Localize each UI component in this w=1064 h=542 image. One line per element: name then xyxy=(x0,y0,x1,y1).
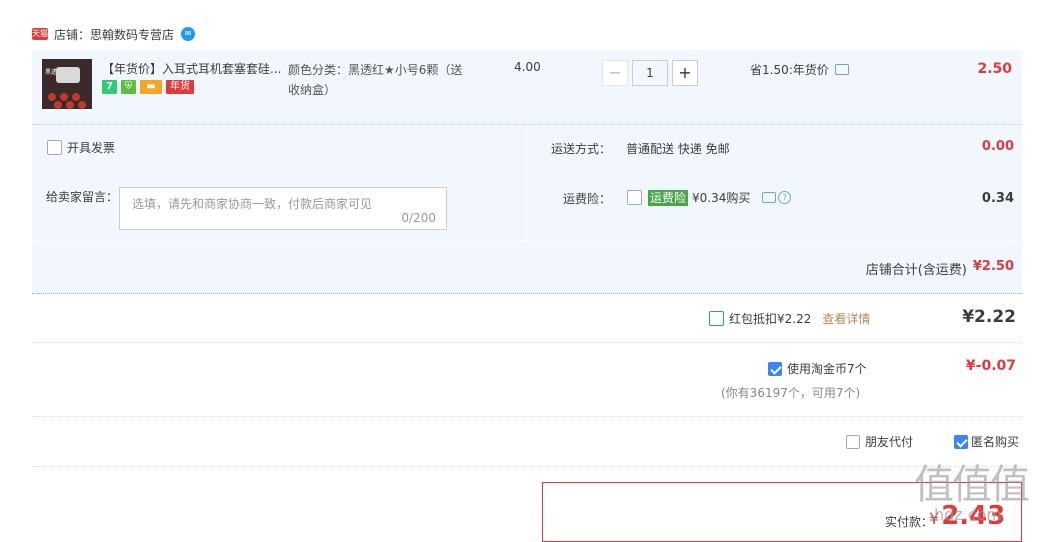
divider xyxy=(32,466,1022,468)
friend-pay-checkbox[interactable] xyxy=(846,434,860,449)
sku-text: 颜色分类：黑透红★小号6颗（送收纳盒） xyxy=(288,63,463,97)
insurance-tag: 运费险 xyxy=(648,189,689,206)
shop-header: 天猫 店铺：思翰数码专营店 ✉ xyxy=(32,26,196,43)
payment-label: 实付款： xyxy=(885,515,934,529)
chat-icon[interactable] xyxy=(834,64,849,75)
unit-price: 4.00 xyxy=(514,60,541,74)
insurance-price: ¥0.34购买 xyxy=(692,191,751,205)
shop-total: 店铺合计(含运费) ¥2.50 xyxy=(866,259,1014,278)
order-options-panel: 开具发票 运送方式： 普通配送 快递 免邮 0.00 给卖家留言： 选填，请先和… xyxy=(32,125,1022,294)
thumb-eartip xyxy=(48,93,56,101)
discount-text: 省1.50:年货价 xyxy=(750,63,829,77)
increase-button[interactable]: + xyxy=(672,60,698,86)
anonymous-checkbox[interactable] xyxy=(954,434,968,449)
item-subtotal: 2.50 xyxy=(977,61,1012,77)
watermark-sub: hdz.com xyxy=(934,505,1002,524)
shipping-price: 0.00 xyxy=(981,139,1014,154)
wangwang-icon[interactable]: ✉ xyxy=(181,27,196,41)
insurance-option: 运费险 ¥0.34购买 ? xyxy=(627,189,792,206)
seven-day-return-icon[interactable]: 7 xyxy=(102,80,117,94)
redpacket-details-link[interactable]: 查看详情 xyxy=(822,310,870,327)
nianhuo-badge[interactable]: 年货 xyxy=(166,80,194,94)
shop-total-label: 店铺合计(含运费) xyxy=(865,263,967,278)
thumb-eartip xyxy=(72,93,80,101)
anonymous-label: 匿名购买 xyxy=(971,435,1020,449)
insurance-amount: 0.34 xyxy=(981,191,1014,206)
message-placeholder: 选填，请先和商家协商一致，付款后商家可见 xyxy=(132,197,373,211)
divider xyxy=(32,241,1022,242)
shop-name[interactable]: 店铺：思翰数码专营店 xyxy=(54,26,174,43)
insurance-label: 运费险： xyxy=(563,192,612,206)
order-item-panel: 黑透红 【年货价】入耳式耳机套塞套硅... 7 ⛨ ▬ 年货 颜色分类：黑透红★… xyxy=(32,50,1022,125)
invoice-checkbox[interactable] xyxy=(47,140,62,155)
taojinbi-balance: (你有36197个，可用7个) xyxy=(721,386,861,400)
divider xyxy=(32,416,1022,418)
quantity-stepper: − 1 + xyxy=(602,60,698,86)
shield-icon[interactable]: ⛨ xyxy=(121,80,136,94)
thumb-eartip xyxy=(78,101,86,109)
thumb-eartip xyxy=(60,93,68,101)
taojinbi-option[interactable]: 使用淘金币7个 xyxy=(768,360,867,377)
help-icon[interactable]: ? xyxy=(778,191,792,204)
taojinbi-label: 使用淘金币7个 xyxy=(787,362,867,376)
redpacket-checkbox[interactable] xyxy=(709,311,724,326)
thumb-case xyxy=(56,67,80,83)
taojinbi-checkbox[interactable] xyxy=(768,361,782,376)
seller-message-input[interactable]: 选填，请先和商家协商一致，付款后商家可见 0/200 xyxy=(119,187,447,230)
friend-pay-label: 朋友代付 xyxy=(865,435,914,449)
product-thumbnail[interactable]: 黑透红 xyxy=(42,59,92,109)
credit-card-icon[interactable]: ▬ xyxy=(140,80,162,94)
redpacket-amount: ¥2.22 xyxy=(962,307,1016,327)
decrease-button[interactable]: − xyxy=(602,60,628,86)
tmall-badge: 天猫 xyxy=(32,28,48,40)
shipping-method[interactable]: 普通配送 快递 免邮 xyxy=(626,140,730,157)
redpacket-option[interactable]: 红包抵扣¥2.22 查看详情 xyxy=(709,310,870,327)
quantity-input[interactable]: 1 xyxy=(632,60,668,86)
invoice-label: 开具发票 xyxy=(67,141,116,155)
divider xyxy=(32,342,1022,344)
friend-pay-option[interactable]: 朋友代付 xyxy=(846,433,913,450)
divider xyxy=(526,125,527,241)
thumb-eartip xyxy=(54,101,62,109)
message-label: 给卖家留言： xyxy=(46,190,119,204)
anonymous-option[interactable]: 匿名购买 xyxy=(954,433,1019,450)
service-badges: 7 ⛨ ▬ 年货 xyxy=(102,80,194,94)
thumb-eartip xyxy=(66,101,74,109)
chat-icon[interactable] xyxy=(762,192,777,203)
message-char-count: 0/200 xyxy=(401,211,436,225)
invoice-option[interactable]: 开具发票 xyxy=(47,139,115,156)
watermark: 值值值 xyxy=(914,462,1030,508)
insurance-checkbox[interactable] xyxy=(627,190,642,205)
shipping-label: 运送方式： xyxy=(551,142,612,156)
taojinbi-amount: ¥-0.07 xyxy=(965,358,1016,374)
insurance-icons: ? xyxy=(762,191,792,204)
redpacket-label: 红包抵扣¥2.22 xyxy=(729,312,812,326)
shop-total-amount: ¥2.50 xyxy=(972,259,1014,274)
product-title[interactable]: 【年货价】入耳式耳机套塞套硅... xyxy=(102,60,282,77)
discount-info: 省1.50:年货价 xyxy=(750,61,849,78)
